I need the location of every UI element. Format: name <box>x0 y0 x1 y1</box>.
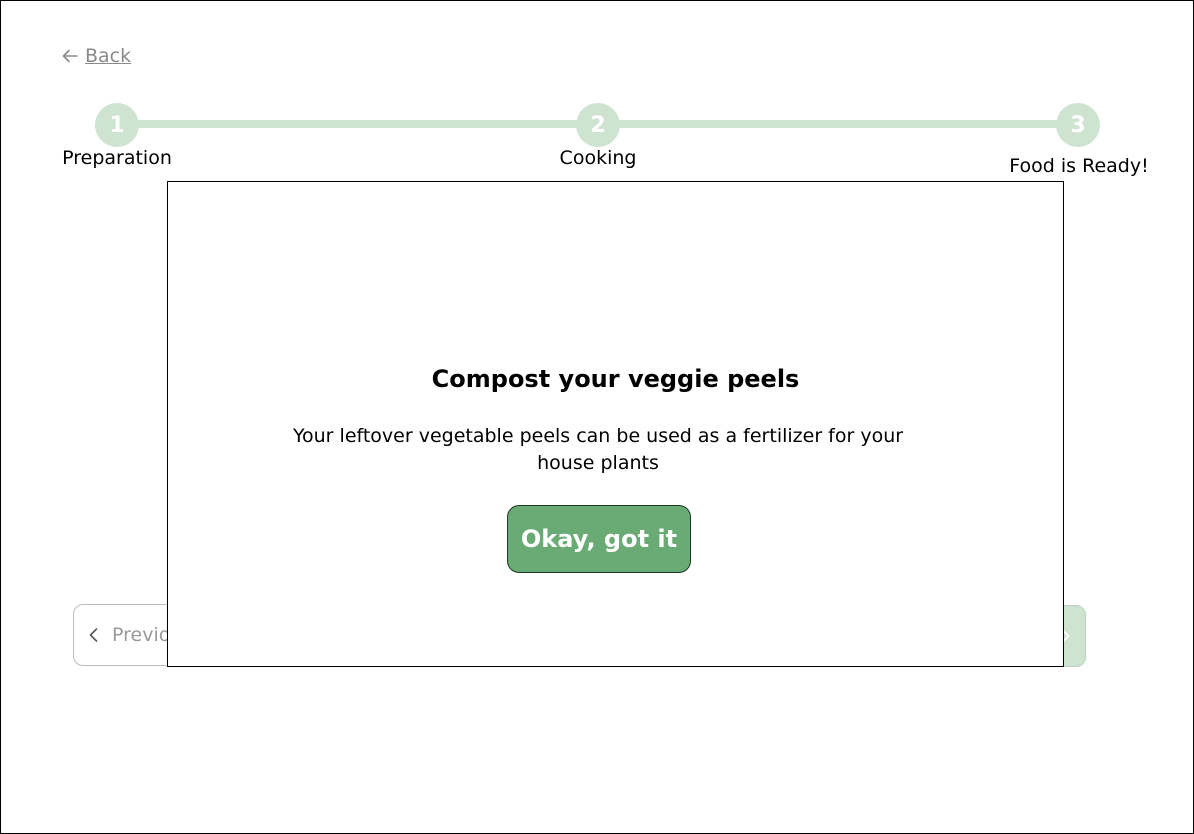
modal-body-text: Your leftover vegetable peels can be use… <box>292 425 904 474</box>
compost-tip-modal: Compost your veggie peels Your leftover … <box>167 181 1064 667</box>
modal-title: Compost your veggie peels <box>431 365 800 393</box>
step-2-circle: 2 <box>576 103 620 147</box>
okay-got-it-button[interactable]: Okay, got it <box>507 505 691 573</box>
step-3-circle: 3 <box>1056 103 1100 147</box>
back-label[interactable]: Back <box>85 45 131 67</box>
chevron-left-icon <box>89 628 98 642</box>
step-1-circle: 1 <box>95 103 139 147</box>
step-2-label: Cooking <box>559 147 637 169</box>
back-link[interactable]: Back <box>61 45 131 67</box>
arrow-left-icon <box>62 49 78 63</box>
app-screen: Back 1 2 3 Preparation Cooking Food is R… <box>0 0 1194 834</box>
step-1-label: Preparation <box>62 147 172 169</box>
step-3-label: Food is Ready! <box>1009 155 1149 177</box>
previous-label: Previo <box>112 624 171 646</box>
